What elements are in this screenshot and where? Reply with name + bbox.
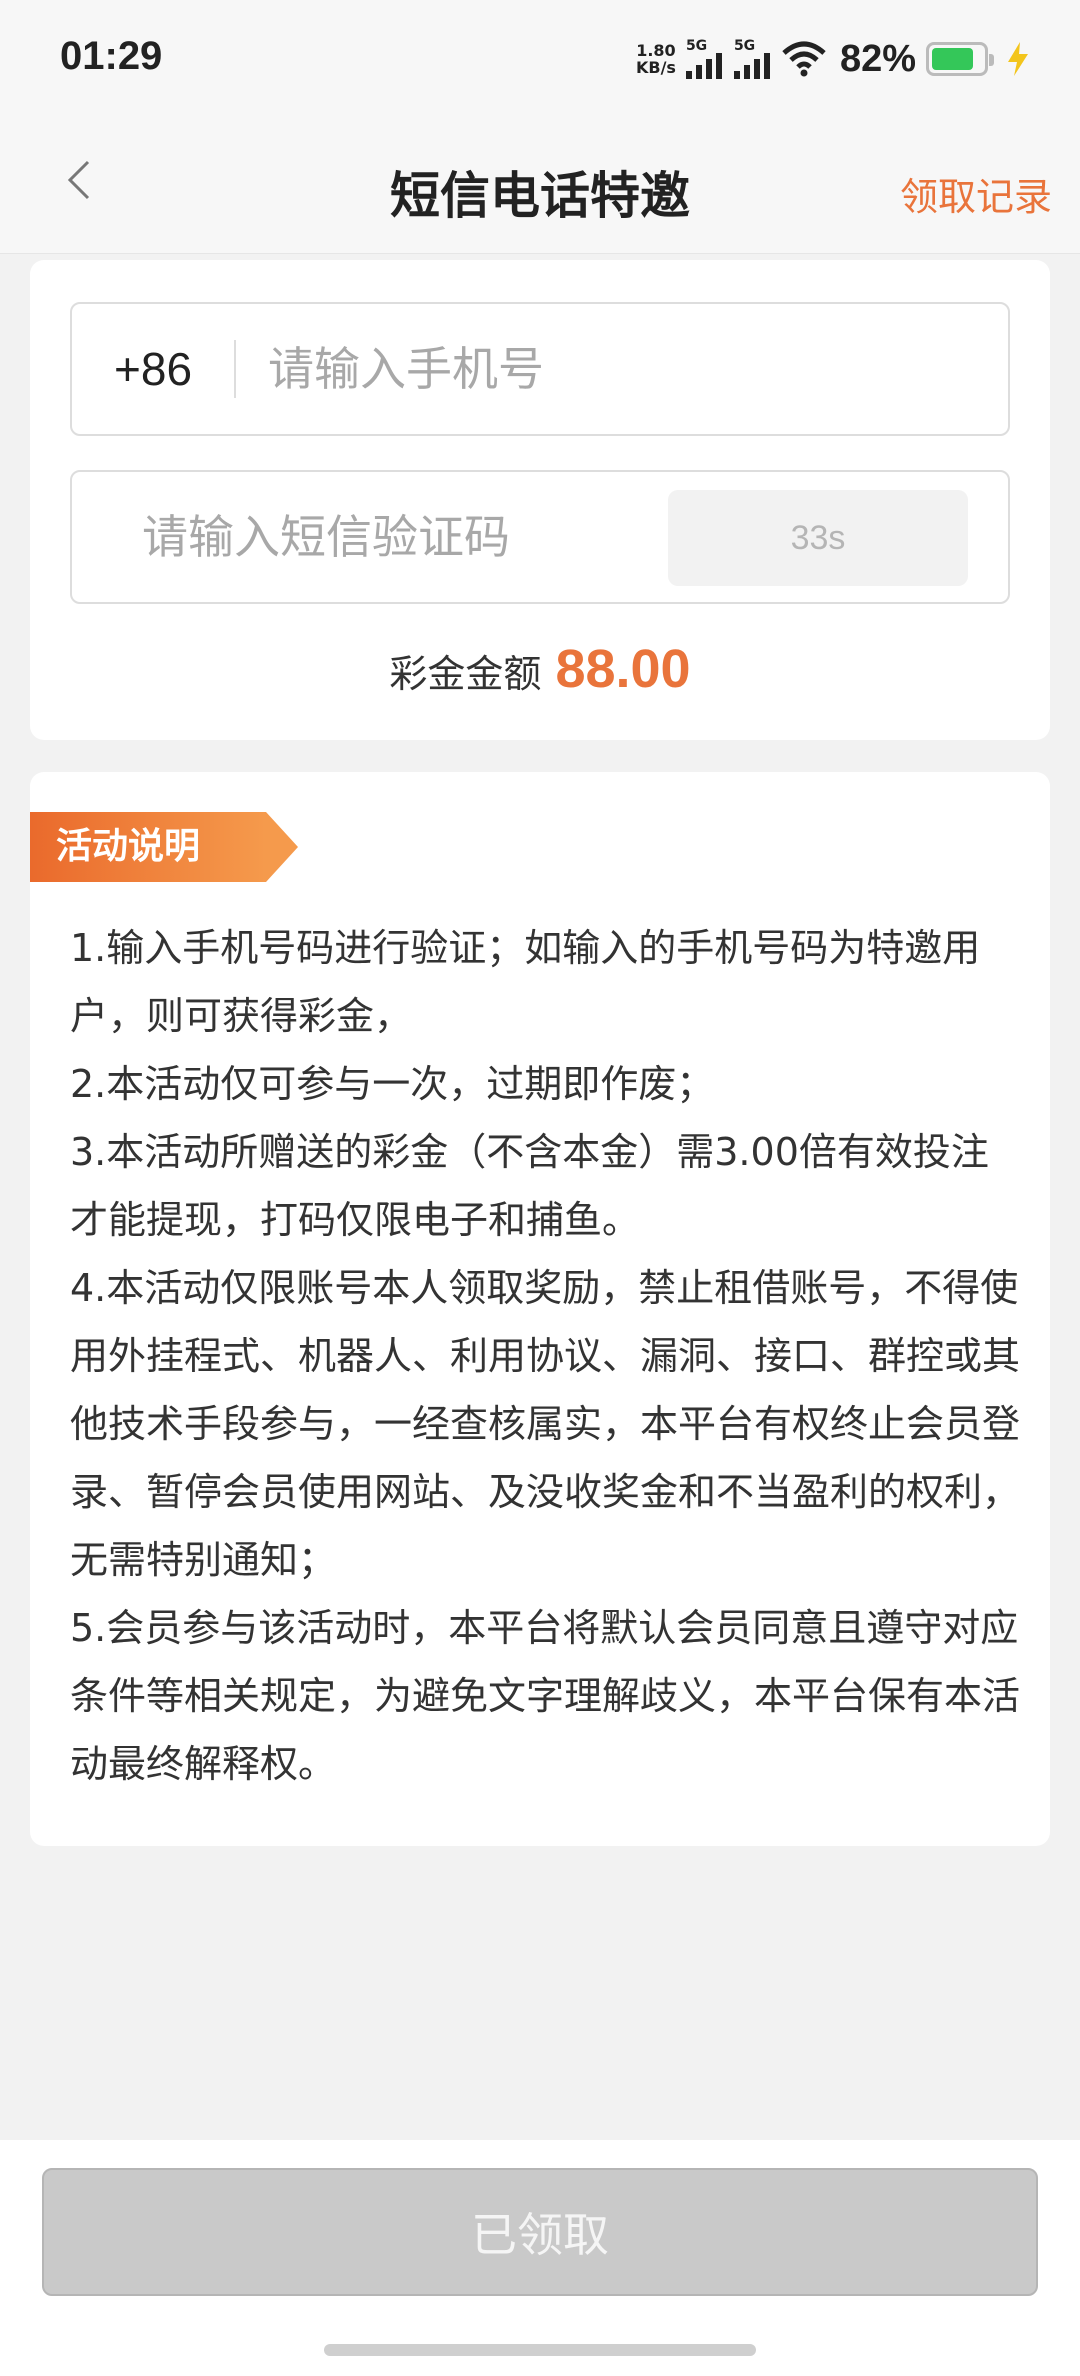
send-code-countdown-button[interactable]: 33s — [668, 490, 968, 586]
sim1-label: 5G — [685, 38, 708, 54]
claimed-button[interactable]: 已领取 — [42, 2168, 1038, 2296]
network-speed: 1.80 KB/s — [635, 41, 676, 77]
bottom-action-area: 已领取 — [0, 2140, 1080, 2376]
activity-rules-text: 1.输入手机号码进行验证；如输入的手机号码为特邀用户，则可获得彩金， 2.本活动… — [70, 926, 1021, 1786]
bonus-amount-row: 彩金金额 88.00 — [30, 638, 1050, 700]
signal-icon — [733, 53, 770, 79]
claim-records-link[interactable]: 领取记录 — [900, 166, 1052, 221]
battery-level — [932, 48, 973, 70]
phone-input[interactable] — [236, 342, 936, 396]
wifi-icon — [782, 41, 826, 77]
bonus-label: 彩金金额 — [389, 652, 542, 696]
home-indicator[interactable] — [324, 2344, 756, 2356]
sms-code-field: 33s — [70, 470, 1010, 604]
charging-icon — [1008, 42, 1028, 76]
bonus-value: 88.00 — [555, 639, 691, 699]
verification-form-card: +86 33s 彩金金额 88.00 — [30, 260, 1050, 740]
status-bar: 01:29 1.80 KB/s 5G 5G 82% — [0, 0, 1080, 120]
battery-percent: 82% — [839, 37, 916, 80]
sms-code-input[interactable] — [142, 504, 662, 570]
status-time: 01:29 — [60, 34, 163, 78]
country-code[interactable]: +86 — [72, 342, 234, 396]
activity-rules-tag: 活动说明 — [30, 812, 298, 882]
phone-field: +86 — [70, 302, 1010, 436]
battery-icon — [926, 42, 994, 76]
activity-rules-card: 活动说明 1.输入手机号码进行验证；如输入的手机号码为特邀用户，则可获得彩金， … — [30, 772, 1050, 1846]
sim2-signal: 5G — [733, 38, 772, 79]
nav-bar: 短信电话特邀 领取记录 — [0, 120, 1080, 254]
status-indicators: 1.80 KB/s 5G 5G 82% — [636, 34, 1030, 84]
sim1-signal: 5G — [685, 38, 724, 79]
sim2-label: 5G — [733, 38, 756, 54]
signal-icon — [685, 53, 722, 79]
